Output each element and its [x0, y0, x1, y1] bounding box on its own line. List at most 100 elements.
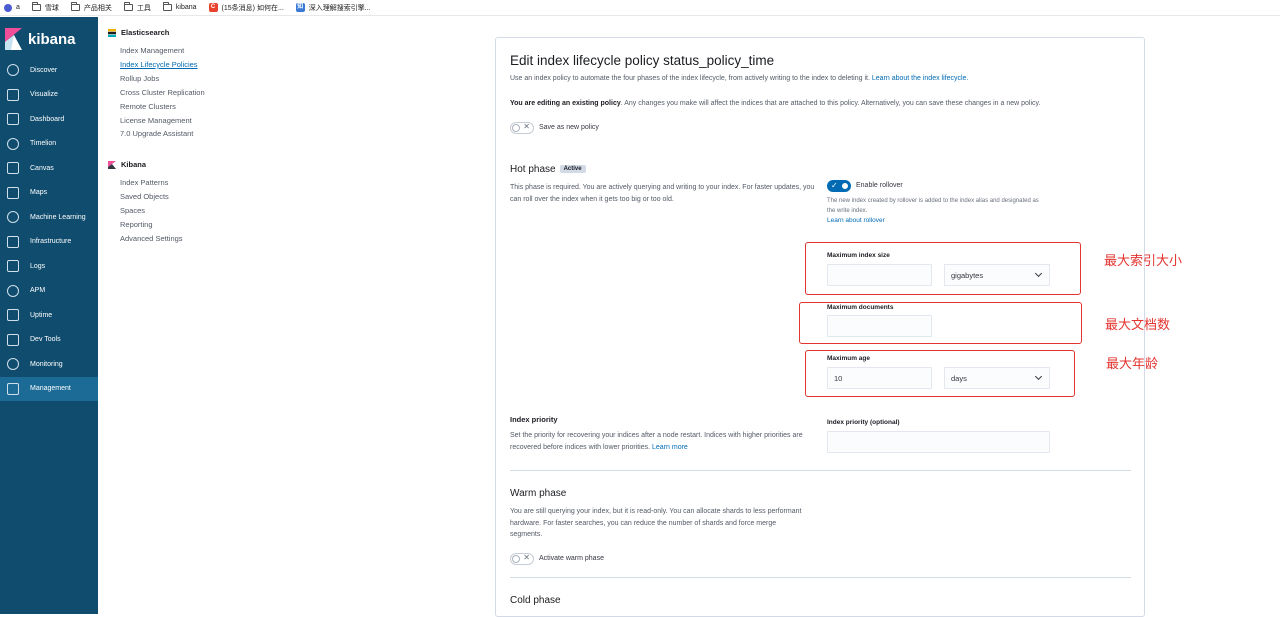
nav-item-label: Timelion	[30, 140, 57, 148]
logs-icon	[7, 260, 19, 272]
folder-icon	[31, 2, 41, 11]
folder-icon	[162, 2, 172, 11]
nav-item-logs[interactable]: Logs	[0, 254, 98, 279]
bookmark-search-engine[interactable]: 知深入理解搜索引擎...	[295, 3, 371, 13]
dashboard-icon	[7, 113, 19, 125]
nav-item-label: Machine Learning	[30, 213, 86, 221]
sidebar-link-7-0-upgrade-assistant[interactable]: 7.0 Upgrade Assistant	[120, 129, 193, 138]
index-priority-desc: Set the priority for recovering your ind…	[510, 432, 803, 451]
warm-phase-title: Warm phase	[510, 488, 567, 499]
close-icon: ✕	[523, 122, 530, 131]
nav-item-label: Dashboard	[30, 115, 65, 123]
save-as-new-label: Save as new policy	[539, 124, 599, 132]
wrench-icon	[7, 333, 19, 346]
save-as-new-toggle[interactable]: ✕	[510, 122, 534, 134]
sidebar-link-index-management[interactable]: Index Management	[120, 46, 184, 55]
annotation-box-max-age	[805, 350, 1075, 397]
page-intro: Use an index policy to automate the four…	[510, 75, 969, 82]
nav-item-visualize[interactable]: Visualize	[0, 83, 98, 108]
nav-item-label: Uptime	[30, 311, 53, 319]
csdn-icon: C	[208, 3, 218, 12]
index-priority-input[interactable]	[827, 431, 1050, 453]
sidebar-link-index-lifecycle-policies[interactable]: Index Lifecycle Policies	[120, 60, 198, 69]
active-badge: Active	[559, 165, 586, 173]
folder-icon	[123, 2, 133, 11]
globe-icon	[7, 186, 19, 199]
nav-item-dev-tools[interactable]: Dev Tools	[0, 328, 98, 353]
site-icon: 知	[295, 3, 305, 12]
elasticsearch-section-title: Elasticsearch	[108, 28, 169, 37]
nav-item-label: Discover	[30, 66, 58, 74]
nav-item-management[interactable]: Management	[0, 376, 98, 401]
bookmark-tools[interactable]: 工具	[123, 2, 151, 13]
compass-icon	[7, 64, 19, 76]
kibana-small-icon	[108, 160, 116, 169]
page-title: Edit index lifecycle policy status_polic…	[510, 53, 775, 68]
nav-item-timelion[interactable]: Timelion	[0, 132, 98, 157]
kibana-logo[interactable]: kibana	[0, 17, 98, 61]
nav-item-label: Maps	[30, 189, 48, 197]
annotation-max-size: 最大索引大小	[1104, 254, 1183, 269]
shield-icon	[7, 137, 19, 150]
lifecycle-docs-link[interactable]: Learn about the index lifecycle.	[872, 75, 969, 82]
nav-item-canvas[interactable]: Canvas	[0, 156, 98, 181]
hot-phase-desc: This phase is required. You are actively…	[510, 184, 815, 203]
warm-phase-desc: You are still querying your index, but i…	[510, 508, 802, 538]
nav-item-machine-learning[interactable]: Machine Learning	[0, 205, 98, 230]
annotation-box-max-docs	[799, 302, 1082, 344]
heart-icon	[7, 358, 19, 370]
kibana-section-title: Kibana	[108, 160, 146, 169]
warm-phase-label: Activate warm phase	[539, 555, 604, 563]
annotation-max-age: 最大年龄	[1106, 357, 1159, 372]
nav-item-maps[interactable]: Maps	[0, 181, 98, 206]
sidebar-link-reporting[interactable]: Reporting	[120, 220, 153, 229]
bookmark-kibana[interactable]: kibana	[162, 2, 197, 11]
rollover-help: The new index created by rollover is add…	[827, 198, 1039, 214]
nav-item-label: Monitoring	[30, 360, 63, 368]
sidebar-link-rollup-jobs[interactable]: Rollup Jobs	[120, 74, 159, 83]
nav-item-dashboard[interactable]: Dashboard	[0, 107, 98, 132]
cold-phase-title: Cold phase	[510, 595, 561, 606]
gear-icon	[7, 382, 19, 395]
sidebar-link-saved-objects[interactable]: Saved Objects	[120, 192, 169, 201]
nav-item-label: Infrastructure	[30, 238, 72, 246]
index-priority-label: Index priority (optional)	[827, 419, 900, 426]
nav-item-discover[interactable]: Discover	[0, 58, 98, 83]
kibana-logo-icon	[5, 28, 22, 50]
editing-notice: You are editing an existing policy. Any …	[510, 100, 1041, 107]
rollover-toggle[interactable]: ✓	[827, 180, 851, 192]
nav-item-monitoring[interactable]: Monitoring	[0, 352, 98, 377]
annotation-max-docs: 最大文档数	[1105, 318, 1171, 333]
warm-phase-toggle[interactable]: ✕	[510, 553, 534, 565]
sidebar-link-cross-cluster-replication[interactable]: Cross Cluster Replication	[120, 88, 205, 97]
chart-icon	[7, 88, 19, 101]
nav-item-apm[interactable]: APM	[0, 279, 98, 304]
sidebar-link-index-patterns[interactable]: Index Patterns	[120, 178, 168, 187]
canvas-icon	[7, 162, 19, 174]
apm-icon	[7, 284, 19, 297]
sidebar-link-license-management[interactable]: License Management	[120, 116, 192, 125]
sidebar-link-remote-clusters[interactable]: Remote Clusters	[120, 102, 176, 111]
divider	[510, 470, 1131, 471]
nav-item-label: Management	[30, 385, 71, 393]
bookmark-products[interactable]: 产品相关	[70, 2, 112, 13]
sidebar-link-advanced-settings[interactable]: Advanced Settings	[120, 234, 183, 243]
annotation-box-max-size	[805, 242, 1081, 295]
infra-icon	[7, 235, 19, 248]
bookmarks-bar: a 雪球 产品相关 工具 kibana C (15条消息) 如何在... 知深入理…	[0, 0, 1280, 16]
bookmark-a[interactable]: a	[4, 3, 20, 12]
nav-item-uptime[interactable]: Uptime	[0, 303, 98, 328]
bookmark-xueqiu[interactable]: 雪球	[31, 2, 59, 13]
hot-phase-title: Hot phase Active	[510, 164, 586, 175]
bookmark-csdn[interactable]: C (15条消息) 如何在...	[208, 3, 284, 13]
folder-icon	[70, 2, 80, 11]
nav-item-infrastructure[interactable]: Infrastructure	[0, 230, 98, 255]
nav-item-label: Dev Tools	[30, 336, 61, 344]
rollover-docs-link[interactable]: Learn about rollover	[827, 217, 885, 224]
index-priority-title: Index priority	[510, 415, 558, 424]
priority-learn-more-link[interactable]: Learn more	[652, 444, 688, 451]
nav-item-label: Logs	[30, 262, 46, 270]
rollover-row: ✓ Enable rollover	[827, 180, 903, 192]
sidebar-link-spaces[interactable]: Spaces	[120, 206, 145, 215]
close-icon: ✕	[523, 553, 530, 562]
